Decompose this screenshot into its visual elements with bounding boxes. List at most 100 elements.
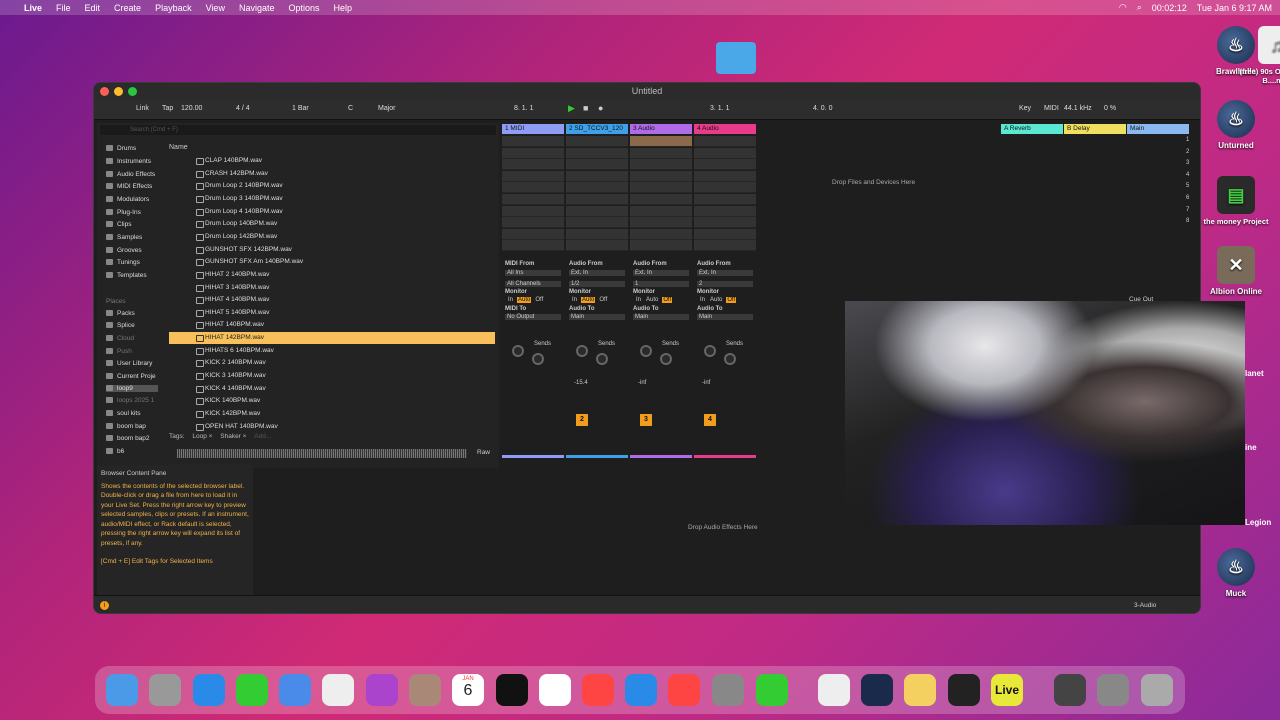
io-channel-menu[interactable]: 1 [633, 281, 689, 287]
photos-icon[interactable] [322, 674, 354, 706]
file-list-item[interactable]: HIHAT 2 140BPM.wav [169, 269, 495, 281]
podcasts-icon[interactable] [366, 674, 398, 706]
menu-playback[interactable]: Playback [155, 3, 192, 13]
file-list-item[interactable]: HIHAT 5 140BPM.wav [169, 307, 495, 319]
mail-icon[interactable] [279, 674, 311, 706]
notes-icon[interactable] [904, 674, 936, 706]
folder-icon[interactable] [716, 42, 756, 74]
track-header[interactable]: 4 Audio [694, 124, 756, 134]
system-settings-icon[interactable] [712, 674, 744, 706]
clip-slot[interactable] [502, 170, 564, 182]
zoom-button[interactable] [128, 87, 137, 96]
monitor-option[interactable]: Off [726, 297, 737, 303]
io-to-menu[interactable]: Main [569, 314, 625, 320]
clip-slot[interactable] [630, 240, 692, 252]
sidebar-item-push[interactable]: Push [106, 348, 132, 355]
clip-slot[interactable] [630, 182, 692, 194]
clip-slot[interactable] [694, 170, 756, 182]
sidebar-item-midi-effects[interactable]: MIDI Effects [106, 183, 152, 190]
steam-icon[interactable] [861, 674, 893, 706]
menu-edit[interactable]: Edit [85, 3, 101, 13]
io-from-menu[interactable]: Ext. In [633, 270, 689, 276]
menu-app-live[interactable]: Live [24, 3, 42, 13]
desktop-item-money-project[interactable]: ▤ the money Project [1196, 176, 1276, 226]
send-knob[interactable] [512, 345, 524, 357]
file-list-item[interactable]: KICK 142BPM.wav [169, 408, 495, 420]
clip-slot[interactable] [630, 147, 692, 159]
messages-icon[interactable] [236, 674, 268, 706]
play-icon[interactable]: ▶ [568, 103, 575, 114]
sidebar-item-boom-bap2[interactable]: boom bap2 [106, 435, 150, 442]
screenshot-stack-icon[interactable] [1054, 674, 1086, 706]
volume-readout[interactable]: -15.4 [574, 380, 588, 386]
file-list-item[interactable]: GUNSHOT SFX 142BPM.wav [169, 244, 495, 256]
menu-options[interactable]: Options [288, 3, 319, 13]
clip-slot[interactable] [694, 136, 756, 147]
app-store-icon[interactable] [625, 674, 657, 706]
tv-icon[interactable] [496, 674, 528, 706]
clip-slot[interactable] [502, 240, 564, 252]
sidebar-item-cloud[interactable]: Cloud [106, 335, 134, 342]
file-list-item[interactable]: CLAP 140BPM.wav [169, 155, 495, 167]
sidebar-item-instruments[interactable]: Instruments [106, 158, 151, 165]
ableton-live-icon[interactable]: Live [991, 674, 1023, 706]
file-list-item[interactable]: HIHAT 140BPM.wav [169, 319, 495, 331]
file-list-item[interactable]: Drum Loop 3 140BPM.wav [169, 193, 495, 205]
clip-slot[interactable] [566, 205, 628, 217]
file-list-item[interactable]: CRASH 142BPM.wav [169, 168, 495, 180]
return-track-header[interactable]: A Reverb [1001, 124, 1063, 134]
clip-slot[interactable] [694, 205, 756, 217]
file-list-item[interactable]: GUNSHOT SFX Am 140BPM.wav [169, 256, 495, 268]
send-knob[interactable] [724, 353, 736, 365]
browser-search-input[interactable]: Search (Cmd + F) [100, 125, 496, 135]
sidebar-item-modulators[interactable]: Modulators [106, 196, 149, 203]
monitor-option[interactable]: Off [662, 297, 673, 303]
clip-slot[interactable] [566, 170, 628, 182]
menu-view[interactable]: View [206, 3, 225, 13]
sidebar-item-tunings[interactable]: Tunings [106, 259, 140, 266]
raw-toggle[interactable]: Raw [477, 449, 490, 456]
reminders-icon[interactable] [539, 674, 571, 706]
finder-icon[interactable] [106, 674, 138, 706]
tag-add[interactable]: Add... [254, 433, 271, 440]
clip-slot[interactable] [566, 147, 628, 159]
menu-file[interactable]: File [56, 3, 71, 13]
clip-slot[interactable] [630, 228, 692, 240]
record-icon[interactable]: ● [598, 103, 603, 113]
file-list-item[interactable]: HIHAT 142BPM.wav [169, 332, 495, 345]
clip-slot[interactable] [502, 217, 564, 229]
track-activator[interactable]: 3 [640, 414, 652, 426]
clip-slot[interactable] [566, 182, 628, 194]
track-header[interactable]: 3 Audio [630, 124, 692, 134]
io-channel-menu[interactable]: 1/2 [569, 281, 625, 287]
clip-slot[interactable] [694, 240, 756, 252]
tag-loop[interactable]: Loop [192, 433, 206, 440]
scene-launch[interactable]: 6 [1186, 195, 1189, 201]
sidebar-item-grooves[interactable]: Grooves [106, 247, 142, 254]
monitor-option[interactable]: Off [598, 297, 608, 303]
scene-launch[interactable]: 1 [1186, 137, 1189, 143]
file-list-item[interactable]: HIHAT 4 140BPM.wav [169, 294, 495, 306]
send-knob[interactable] [640, 345, 652, 357]
file-list-item[interactable]: HIHATS 6 140BPM.wav [169, 345, 495, 357]
io-channel-menu[interactable]: All Channels [505, 281, 561, 287]
drop-devices-area[interactable]: Drop Files and Devices Here [832, 179, 915, 186]
monitor-option[interactable]: Auto [645, 297, 659, 303]
loop-start[interactable]: 3. 1. 1 [710, 105, 729, 112]
loop-length[interactable]: 4. 0. 0 [813, 105, 832, 112]
file-list-item[interactable]: HIHAT 3 140BPM.wav [169, 282, 495, 294]
send-knob[interactable] [704, 345, 716, 357]
trash-icon[interactable] [1141, 674, 1173, 706]
monitor-option[interactable]: In [571, 297, 578, 303]
monitor-option[interactable]: Auto [517, 297, 532, 303]
io-from-menu[interactable]: Ext. In [569, 270, 625, 276]
clip-slot[interactable] [502, 205, 564, 217]
return-track-header[interactable]: Main [1127, 124, 1189, 134]
track-header[interactable]: 2 SD_TCCV3_120 [566, 124, 628, 134]
monitor-option[interactable]: Auto [709, 297, 723, 303]
file-list-item[interactable]: Drum Loop 142BPM.wav [169, 231, 495, 243]
drop-effects-area[interactable]: Drop Audio Effects Here [688, 524, 758, 531]
clip-slot[interactable] [566, 228, 628, 240]
send-knob[interactable] [576, 345, 588, 357]
sidebar-item-plugins[interactable]: Plug-Ins [106, 209, 141, 216]
